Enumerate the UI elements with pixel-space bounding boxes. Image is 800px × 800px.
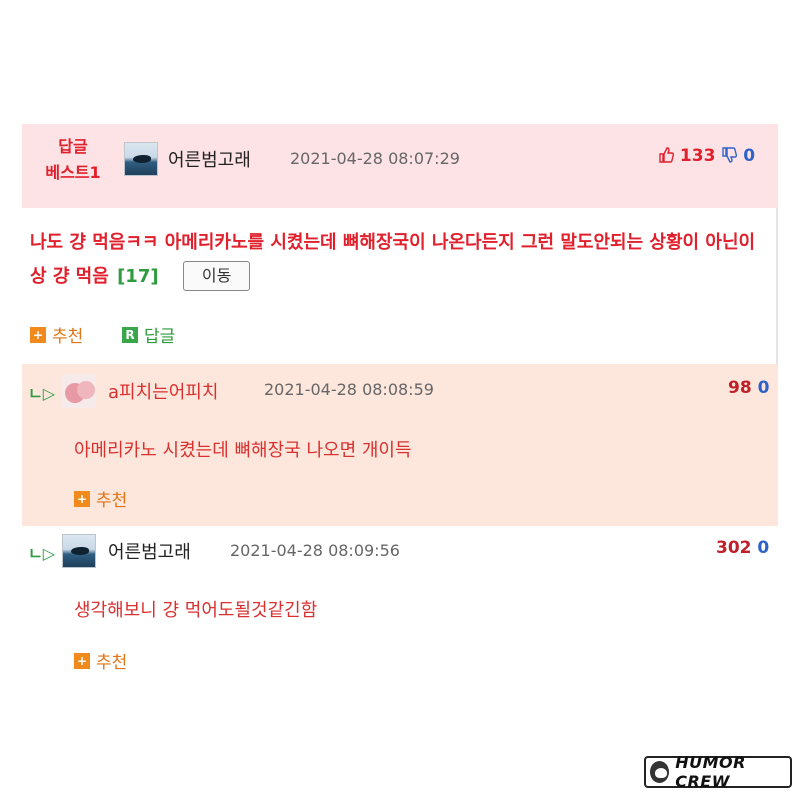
vote-counts: 302 0 [716, 538, 769, 558]
reply-count: [17] [117, 266, 159, 287]
recommend-label: 추천 [96, 653, 128, 673]
comment-author[interactable]: a피치는어피치 [108, 378, 218, 404]
comment-datetime: 2021-04-28 08:09:56 [230, 541, 400, 560]
comment-author[interactable]: 어른범고래 [168, 146, 251, 172]
plus-icon: + [30, 326, 46, 343]
best-comment-body: 나도 걍 먹음ㅋㅋ 아메리카노를 시켰는데 뼈해장국이 나온다든지 그런 말도안… [22, 208, 778, 364]
logo-face-icon [650, 761, 670, 783]
reply-icon: R [122, 326, 138, 343]
comment-body-text: 아메리카노 시켰는데 뼈해장국 나오면 개이득 [74, 440, 412, 461]
vote-counts: 133 0 [658, 146, 755, 166]
comment-board: 답글 베스트1 어른범고래 2021-04-28 08:07:29 133 0 … [22, 124, 778, 676]
avatar[interactable] [62, 374, 96, 408]
recommend-button[interactable]: + 추천 [74, 486, 127, 511]
downvote-count: 0 [757, 538, 770, 558]
comment-body-text: 생각해보니 걍 먹어도될것같긴함 [74, 600, 318, 621]
comment-datetime: 2021-04-28 08:08:59 [264, 380, 434, 399]
comment-datetime: 2021-04-28 08:07:29 [290, 149, 460, 168]
best-comment-header: 답글 베스트1 어른범고래 2021-04-28 08:07:29 133 0 [22, 124, 778, 208]
downvote-count: 0 [757, 378, 770, 398]
upvote-count: 98 [728, 378, 752, 398]
plus-icon: + [74, 490, 90, 507]
best-reply-badge: 답글 베스트1 [30, 134, 116, 186]
reply-arrow-icon: ㄴ▷ [28, 544, 56, 563]
recommend-button[interactable]: + 추천 [30, 322, 83, 347]
thumbs-up-icon[interactable] [658, 147, 674, 163]
reply-button[interactable]: R 답글 [122, 322, 175, 347]
plus-icon: + [74, 652, 90, 669]
humor-crew-logo: HUMOR CREW [644, 753, 792, 791]
upvote-count: 133 [679, 146, 716, 166]
upvote-count: 302 [716, 538, 752, 558]
logo-text: HUMOR CREW [675, 753, 746, 791]
comment-text: 나도 걍 먹음ㅋㅋ 아메리카노를 시켰는데 뼈해장국이 나온다든지 그런 말도안… [30, 226, 770, 294]
avatar[interactable] [124, 142, 158, 176]
thumbs-down-icon[interactable] [721, 147, 738, 163]
avatar[interactable] [62, 534, 96, 568]
vote-counts: 98 0 [728, 378, 769, 398]
recommend-label: 추천 [96, 491, 128, 511]
best-label-line2: 베스트1 [45, 163, 101, 182]
reply-arrow-icon: ㄴ▷ [28, 384, 56, 403]
best-label-line1: 답글 [58, 137, 88, 156]
recommend-label: 추천 [52, 327, 84, 347]
reply-label: 답글 [144, 327, 176, 347]
recommend-button[interactable]: + 추천 [74, 648, 127, 673]
move-button[interactable]: 이동 [182, 261, 251, 291]
reply-item: ㄴ▷ a피치는어피치 2021-04-28 08:08:59 98 0 아메리카… [22, 364, 778, 526]
reply-item: ㄴ▷ 어른범고래 2021-04-28 08:09:56 302 0 생각해보니… [22, 526, 778, 676]
downvote-count: 0 [743, 146, 756, 166]
comment-author[interactable]: 어른범고래 [108, 538, 191, 564]
